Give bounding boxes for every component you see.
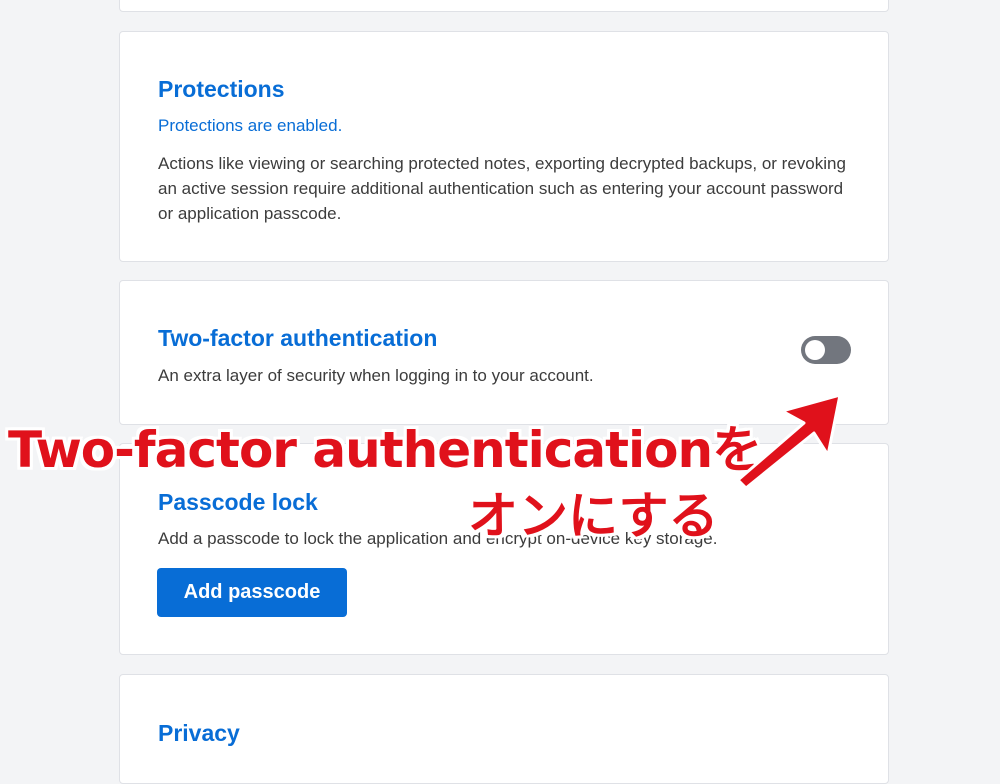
protections-description: Actions like viewing or searching protec… (158, 154, 846, 223)
arrow-icon (736, 393, 842, 490)
annotation-line-1: Two-factor authenticationを (8, 421, 762, 479)
annotation-line-2: オンにする (468, 487, 719, 545)
two-factor-toggle[interactable] (801, 336, 851, 364)
privacy-card: Privacy (119, 674, 889, 784)
protections-card: Protections Protections are enabled. Act… (119, 31, 889, 262)
previous-section-card (119, 0, 889, 12)
protections-status: Protections are enabled. (158, 116, 343, 135)
protections-title: Protections (158, 76, 285, 102)
two-factor-title: Two-factor authentication (158, 325, 438, 351)
add-passcode-button[interactable]: Add passcode (157, 568, 347, 617)
passcode-lock-title: Passcode lock (158, 489, 318, 515)
toggle-knob (805, 340, 825, 360)
two-factor-description: An extra layer of security when logging … (158, 366, 594, 385)
privacy-title: Privacy (158, 720, 240, 746)
